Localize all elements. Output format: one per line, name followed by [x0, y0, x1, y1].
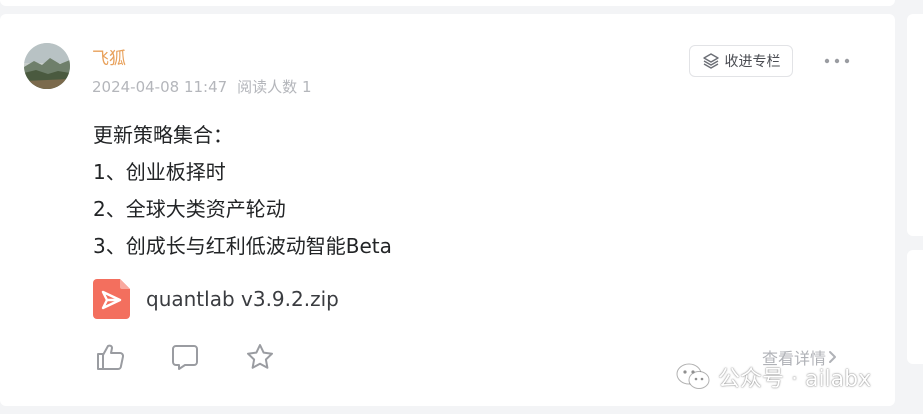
page: 飞狐 2024-04-08 11:47 阅读人数 1 收进专栏 更新策略集合： 1…	[0, 0, 923, 414]
previous-card-edge	[0, 0, 895, 6]
post-date: 2024-04-08 11:47	[92, 78, 228, 96]
collect-to-column-button[interactable]: 收进专栏	[689, 45, 793, 77]
wechat-icon	[676, 363, 710, 389]
star-icon	[247, 344, 273, 369]
post-content: 更新策略集合： 1、创业板择时 2、全球大类资产轮动 3、创成长与红利低波动智能…	[93, 117, 392, 265]
content-line: 更新策略集合：	[93, 123, 233, 147]
watermark-text: 公众号 · ailabx	[718, 367, 872, 392]
collect-label: 收进专栏	[724, 54, 781, 70]
side-card-edge	[907, 14, 923, 236]
content-line: 3、创成长与红利低波动智能Beta	[93, 234, 392, 258]
side-card-edge	[907, 250, 923, 364]
attachment-file-name: quantlab v3.9.2.zip	[146, 287, 339, 311]
post-meta: 2024-04-08 11:47 阅读人数 1	[92, 77, 311, 97]
attachment[interactable]: quantlab v3.9.2.zip	[93, 279, 339, 319]
more-options-button[interactable]	[822, 48, 852, 74]
read-count: 阅读人数 1	[237, 78, 312, 96]
comment-icon	[172, 345, 198, 370]
thumbs-up-icon	[97, 344, 124, 370]
author-name[interactable]: 飞狐	[92, 49, 126, 69]
post-actions	[93, 340, 318, 374]
more-dots-icon	[824, 58, 850, 64]
comment-button[interactable]	[168, 340, 202, 374]
star-button[interactable]	[243, 340, 277, 374]
watermark: 公众号 · ailabx	[676, 362, 871, 392]
avatar[interactable]	[24, 43, 70, 89]
pdf-file-icon	[93, 279, 130, 319]
layers-icon	[702, 53, 719, 69]
like-button[interactable]	[93, 340, 127, 374]
content-line: 1、创业板择时	[93, 160, 226, 184]
content-line: 2、全球大类资产轮动	[93, 197, 286, 221]
